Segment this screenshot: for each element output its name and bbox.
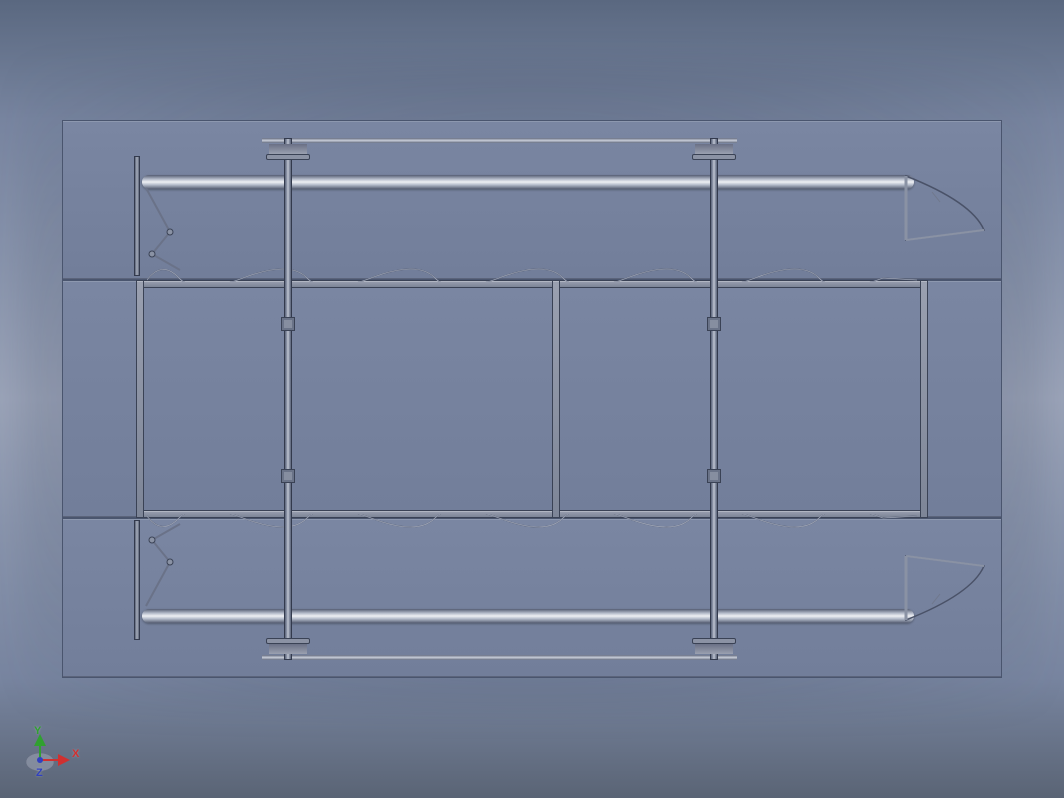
standoff-foot xyxy=(692,154,736,160)
cad-viewport[interactable]: X Y Z xyxy=(0,0,1064,798)
ridge-upper xyxy=(147,254,917,282)
standoff xyxy=(695,644,733,654)
axis-x-label: X xyxy=(72,748,80,760)
column-junction xyxy=(281,469,295,483)
column-left[interactable] xyxy=(284,138,292,660)
axis-y-label: Y xyxy=(34,725,42,737)
bracket-top-right[interactable] xyxy=(902,172,992,244)
column-junction xyxy=(281,317,295,331)
standoff-foot xyxy=(266,154,310,160)
outer-rail-bottom[interactable] xyxy=(262,655,737,660)
view-triad[interactable]: X Y Z xyxy=(24,724,94,780)
linkage-bottom-left[interactable] xyxy=(142,520,212,610)
column-right[interactable] xyxy=(710,138,718,660)
model-root[interactable] xyxy=(62,120,1002,678)
tube-upper[interactable] xyxy=(142,175,914,189)
standoff-foot xyxy=(266,638,310,644)
standoff xyxy=(269,644,307,654)
linkage-top-left[interactable] xyxy=(142,184,212,274)
standoff-foot xyxy=(692,638,736,644)
frame-rail-right[interactable] xyxy=(920,280,928,518)
column-junction xyxy=(707,317,721,331)
frame-rail-left[interactable] xyxy=(136,280,144,518)
frame-rail-center[interactable] xyxy=(552,280,560,518)
end-bar-bottom[interactable] xyxy=(134,520,140,640)
base-plate-middle[interactable] xyxy=(62,280,1002,518)
standoff xyxy=(269,144,307,154)
column-junction xyxy=(707,469,721,483)
outer-rail-top[interactable] xyxy=(262,138,737,143)
end-bar-top[interactable] xyxy=(134,156,140,276)
tube-lower[interactable] xyxy=(142,609,914,623)
axis-z-label: Z xyxy=(36,767,43,779)
standoff xyxy=(695,144,733,154)
bracket-bottom-right[interactable] xyxy=(902,552,992,624)
ridge-lower xyxy=(147,514,917,542)
